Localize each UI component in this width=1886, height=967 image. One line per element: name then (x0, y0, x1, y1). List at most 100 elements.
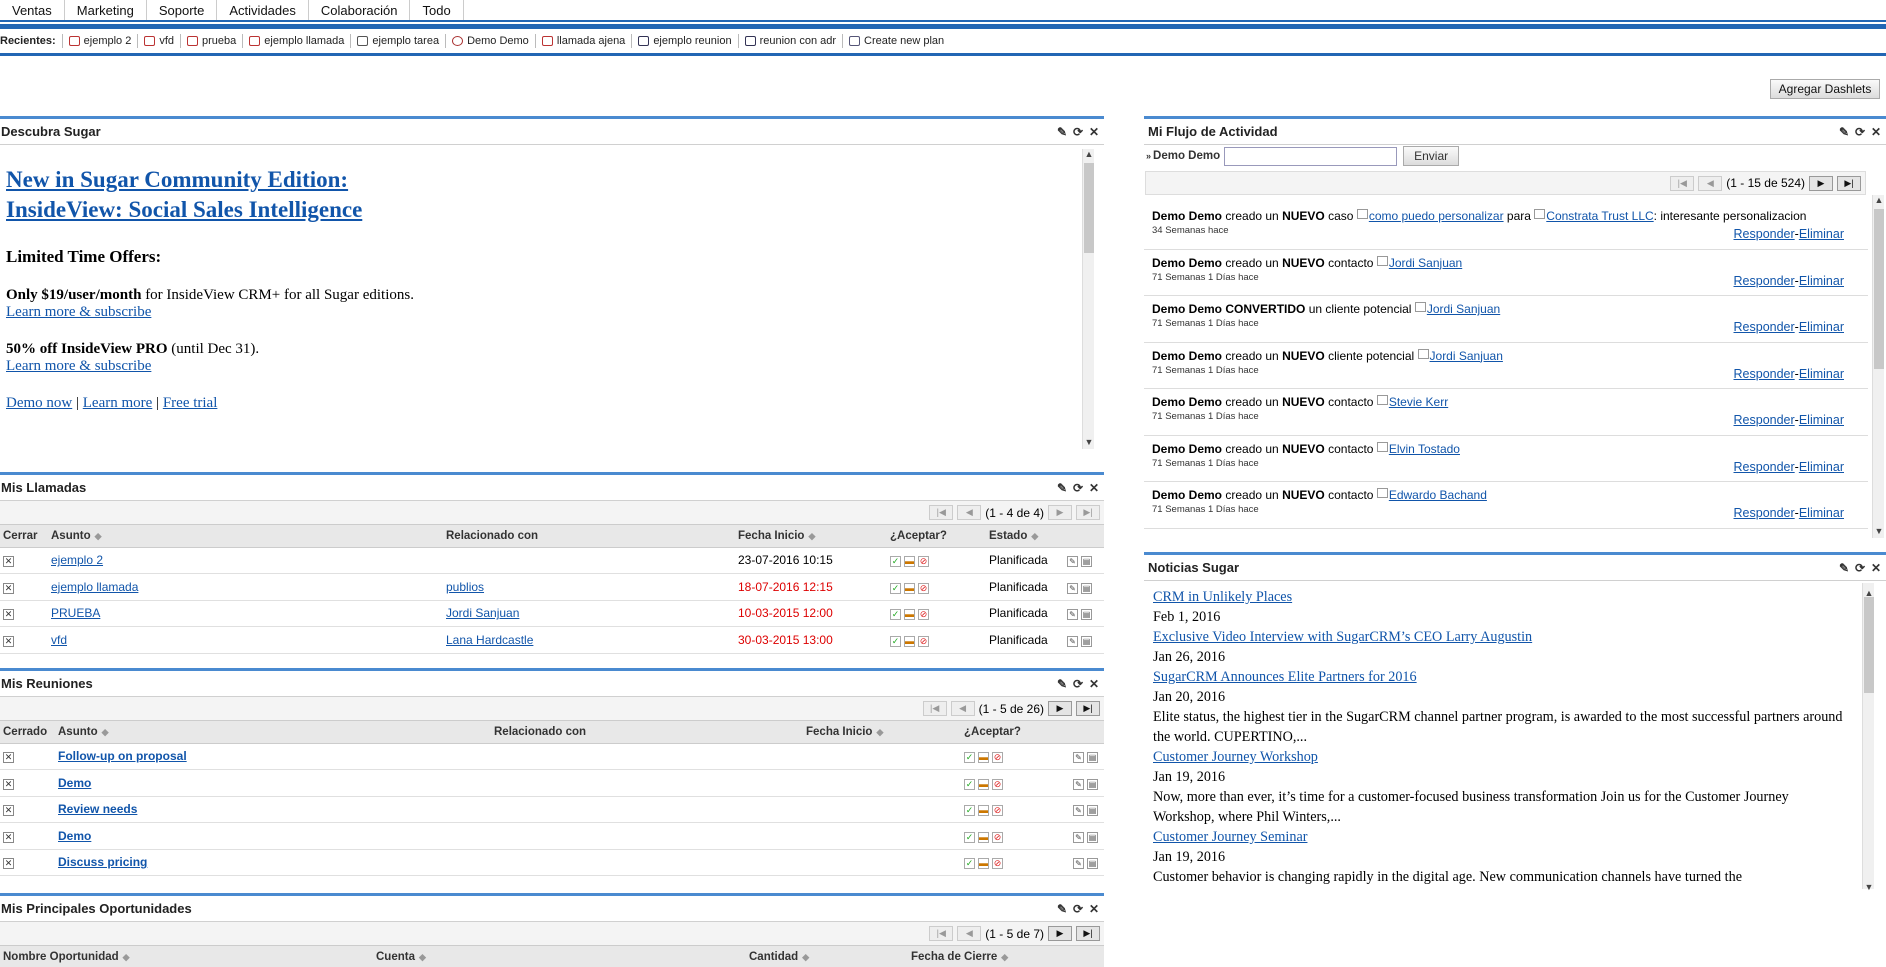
scroll-up-icon[interactable]: ▲ (1083, 149, 1095, 161)
close-meeting-icon[interactable]: ✕ (3, 752, 14, 764)
view-icon[interactable]: ▤ (1081, 635, 1092, 647)
refresh-icon[interactable]: ⟳ (1072, 677, 1084, 691)
decline-icon[interactable]: ⊘ (992, 752, 1003, 764)
close-icon[interactable]: ✕ (1870, 561, 1882, 575)
tab-actividades[interactable]: Actividades (217, 0, 309, 20)
add-dashlets-button[interactable]: Agregar Dashlets (1770, 79, 1880, 99)
close-icon[interactable]: ✕ (1088, 125, 1100, 139)
edit-icon[interactable]: ✎ (1056, 677, 1068, 691)
reply-link[interactable]: Responder (1734, 227, 1795, 241)
tab-colaboracion[interactable]: Colaboración (309, 0, 411, 20)
delete-link[interactable]: Eliminar (1799, 413, 1844, 427)
view-icon[interactable]: ▤ (1087, 831, 1098, 843)
edit-icon[interactable]: ✎ (1838, 561, 1850, 575)
tab-todo[interactable]: Todo (410, 0, 464, 20)
collapse-icon[interactable]: » (1146, 151, 1151, 161)
tentative-icon[interactable]: ▬ (978, 858, 989, 870)
call-subject-link[interactable]: ejemplo llamada (51, 580, 138, 594)
tentative-icon[interactable]: ▬ (978, 778, 989, 790)
news-title-link[interactable]: CRM in Unlikely Places (1153, 587, 1850, 607)
delete-link[interactable]: Eliminar (1799, 367, 1844, 381)
view-icon[interactable]: ▤ (1087, 778, 1098, 790)
decline-icon[interactable]: ⊘ (992, 778, 1003, 790)
activity-link[interactable]: Jordi Sanjuan (1430, 349, 1503, 363)
tentative-icon[interactable]: ▬ (978, 752, 989, 764)
scroll-up-icon[interactable]: ▲ (1873, 195, 1885, 207)
edit-icon[interactable]: ✎ (1056, 125, 1068, 139)
recent-item[interactable]: ejemplo reunion (638, 35, 732, 47)
recent-item[interactable]: ejemplo tarea (357, 35, 439, 47)
reply-link[interactable]: Responder (1734, 460, 1795, 474)
refresh-icon[interactable]: ⟳ (1854, 561, 1866, 575)
tentative-icon[interactable]: ▬ (978, 805, 989, 817)
free-trial-link[interactable]: Free trial (163, 395, 218, 411)
prev-page-button[interactable]: ◀ (1698, 175, 1723, 191)
next-page-button[interactable]: ▶ (1809, 175, 1833, 191)
edit-icon[interactable]: ✎ (1067, 635, 1078, 647)
last-page-button[interactable]: ▶| (1837, 175, 1861, 191)
edit-icon[interactable]: ✎ (1067, 582, 1078, 594)
close-meeting-icon[interactable]: ✕ (3, 858, 14, 870)
news-title-link[interactable]: Customer Journey Seminar (1153, 827, 1850, 847)
decline-icon[interactable]: ⊘ (918, 556, 929, 568)
edit-icon[interactable]: ✎ (1838, 125, 1850, 139)
accept-icon[interactable]: ✓ (890, 582, 901, 594)
scroll-down-icon[interactable]: ▼ (1863, 877, 1875, 892)
last-page-button[interactable]: ▶| (1076, 701, 1100, 716)
col-header[interactable]: Estado ◆ (986, 525, 1064, 548)
edit-icon[interactable]: ✎ (1073, 805, 1084, 817)
col-header[interactable]: Asunto ◆ (48, 525, 443, 548)
news-title-link[interactable]: Customer Journey Workshop (1153, 747, 1850, 767)
recent-item[interactable]: ejemplo llamada (249, 35, 344, 47)
activity-link[interactable]: Edwardo Bachand (1389, 488, 1487, 502)
status-input[interactable] (1224, 146, 1398, 166)
refresh-icon[interactable]: ⟳ (1072, 125, 1084, 139)
view-icon[interactable]: ▤ (1087, 858, 1098, 870)
scroll-down-icon[interactable]: ▼ (1083, 437, 1095, 449)
refresh-icon[interactable]: ⟳ (1072, 481, 1084, 495)
activity-link[interactable]: Jordi Sanjuan (1427, 302, 1500, 316)
recent-item[interactable]: vfd (144, 35, 174, 47)
accept-icon[interactable]: ✓ (964, 858, 975, 870)
close-call-icon[interactable]: ✕ (3, 635, 14, 647)
close-icon[interactable]: ✕ (1870, 125, 1882, 139)
reply-link[interactable]: Responder (1734, 320, 1795, 334)
decline-icon[interactable]: ⊘ (992, 805, 1003, 817)
call-subject-link[interactable]: vfd (51, 633, 67, 647)
accept-icon[interactable]: ✓ (964, 831, 975, 843)
close-meeting-icon[interactable]: ✕ (3, 805, 14, 817)
refresh-icon[interactable]: ⟳ (1072, 902, 1084, 916)
meeting-subject-link[interactable]: Follow-up on proposal (58, 749, 187, 763)
col-header[interactable]: Fecha Inicio ◆ (803, 721, 961, 744)
tentative-icon[interactable]: ▬ (904, 635, 915, 647)
scrollbar[interactable]: ▲ ▼ (1082, 149, 1094, 449)
view-icon[interactable]: ▤ (1081, 609, 1092, 621)
activity-link[interactable]: Elvin Tostado (1389, 442, 1460, 456)
activity-link[interactable]: Jordi Sanjuan (1389, 256, 1462, 270)
col-header[interactable]: Cantidad ◆ (746, 946, 908, 967)
first-page-button[interactable]: |◀ (929, 505, 954, 520)
col-header[interactable]: Nombre Oportunidad ◆ (0, 946, 373, 967)
accept-icon[interactable]: ✓ (964, 778, 975, 790)
accept-icon[interactable]: ✓ (890, 635, 901, 647)
first-page-button[interactable]: |◀ (929, 926, 954, 941)
meeting-subject-link[interactable]: Demo (58, 776, 91, 790)
col-header[interactable]: Fecha Inicio ◆ (735, 525, 887, 548)
reply-link[interactable]: Responder (1734, 274, 1795, 288)
view-icon[interactable]: ▤ (1087, 752, 1098, 764)
call-related-link[interactable]: Jordi Sanjuan (446, 606, 519, 620)
meeting-subject-link[interactable]: Review needs (58, 802, 137, 816)
call-subject-link[interactable]: PRUEBA (51, 606, 100, 620)
close-icon[interactable]: ✕ (1088, 677, 1100, 691)
recent-item[interactable]: prueba (187, 35, 236, 47)
activity-link[interactable]: Stevie Kerr (1389, 395, 1448, 409)
recent-item[interactable]: reunion con adr (744, 35, 836, 47)
edit-icon[interactable]: ✎ (1067, 556, 1078, 568)
edit-icon[interactable]: ✎ (1073, 752, 1084, 764)
tentative-icon[interactable]: ▬ (904, 556, 915, 568)
decline-icon[interactable]: ⊘ (918, 635, 929, 647)
view-icon[interactable]: ▤ (1081, 582, 1092, 594)
first-page-button[interactable]: |◀ (1670, 175, 1695, 191)
recent-item[interactable]: Create new plan (849, 35, 944, 47)
edit-icon[interactable]: ✎ (1073, 831, 1084, 843)
